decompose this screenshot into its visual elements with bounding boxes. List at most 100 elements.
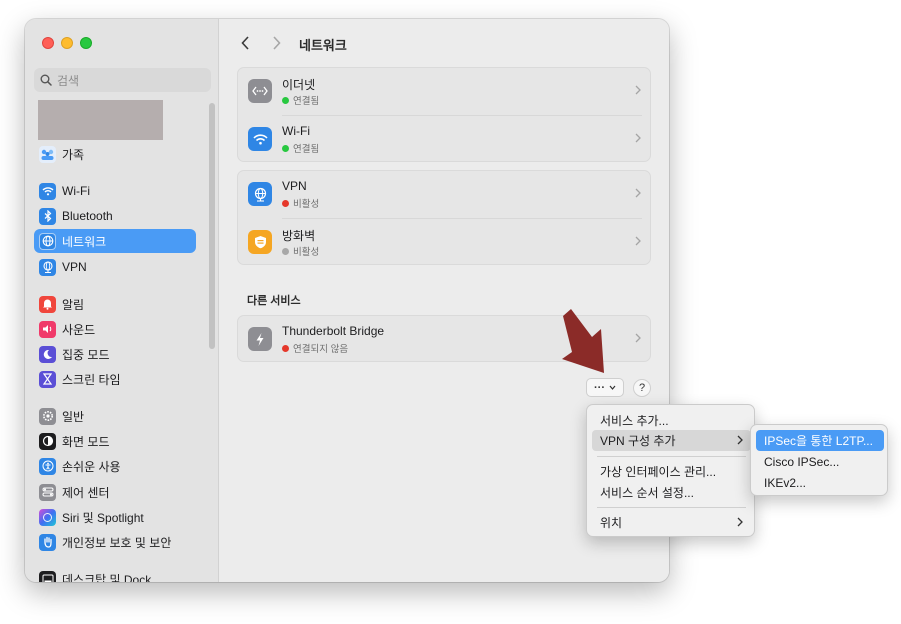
sidebar-item-control-center[interactable]: 제어 센터 [34,480,196,504]
sidebar-item-label: 손쉬운 사용 [62,459,121,474]
ethernet-icon [248,79,272,103]
status-dot [282,344,289,352]
sidebar-item-label: 집중 모드 [62,347,110,362]
search-icon [40,74,52,86]
menu-item-location[interactable]: 위치 [592,512,751,533]
sidebar-item-label: 일반 [62,409,85,424]
menu-item-add-vpn-configuration[interactable]: VPN 구성 추가 [592,430,751,451]
sidebar-item-label: 스크린 타임 [62,372,121,387]
speaker-icon [39,320,56,338]
service-status: 연결되지 않음 [282,341,348,355]
sidebar-item-network[interactable]: 네트워크 [34,229,196,253]
siri-icon [39,508,56,526]
service-name: 이더넷 [282,78,316,92]
menu-separator [597,456,746,457]
menu-item-label: 위치 [600,516,623,530]
service-name: Thunderbolt Bridge [282,324,385,338]
family-icon [39,145,56,163]
sidebar-item-label: 제어 센터 [62,485,110,500]
chevron-right-icon [273,36,281,50]
chevron-right-icon [635,333,641,343]
menu-item-set-service-order[interactable]: 서비스 순서 설정... [592,482,751,503]
more-actions-button[interactable]: ··· [586,378,624,397]
settings-window: 검색 가족 Wi-Fi Bluetooth 네트워크 VPN 알림 사운드 집중… [25,19,669,582]
sidebar-item-bluetooth[interactable]: Bluetooth [34,204,196,228]
chevron-right-icon [737,517,743,527]
sidebar-item-appearance[interactable]: 화면 모드 [34,429,196,453]
sidebar-item-notifications[interactable]: 알림 [34,292,196,316]
menu-item-add-service[interactable]: 서비스 추가... [592,410,751,431]
sidebar-item-vpn[interactable]: VPN [34,255,196,279]
service-status: 연결됨 [282,141,319,155]
service-status: 비활성 [282,196,319,210]
search-field[interactable]: 검색 [34,68,211,92]
status-dot [282,144,289,152]
chevron-left-icon [241,36,249,50]
page-title: 네트워크 [299,38,347,53]
submenu-item-l2tp-ipsec[interactable]: IPSec을 통한 L2TP... [756,430,884,451]
service-row-vpn[interactable]: VPN 비활성 [238,171,650,218]
back-button[interactable] [237,33,253,53]
appearance-icon [39,432,56,450]
status-text: 비활성 [293,247,320,258]
sidebar-item-focus[interactable]: 집중 모드 [34,342,196,366]
sidebar-item-wifi[interactable]: Wi-Fi [34,179,196,203]
minimize-window-button[interactable] [61,37,73,49]
forward-button[interactable] [269,33,285,53]
wifi-icon [39,182,56,200]
account-banner[interactable] [38,100,163,140]
sidebar-item-sound[interactable]: 사운드 [34,317,196,341]
sidebar-item-privacy[interactable]: 개인정보 보호 및 보안 [34,530,196,554]
vpn-globe-icon [39,258,56,276]
other-services-heading: 다른 서비스 [247,295,301,307]
sidebar-item-general[interactable]: 일반 [34,404,196,428]
chevron-right-icon [635,133,641,143]
sidebar-item-screen-time[interactable]: 스크린 타임 [34,367,196,391]
chevron-right-icon [635,236,641,246]
globe-icon [39,232,56,250]
help-button[interactable]: ? [633,379,651,397]
status-text: 연결되지 않음 [293,344,349,355]
service-name: 방화벽 [282,229,316,243]
moon-icon [39,345,56,363]
status-text: 비활성 [293,199,320,210]
service-row-firewall[interactable]: 방화벽 비활성 [238,219,650,266]
sidebar-item-label: 데스크탑 및 Dock [62,572,152,583]
wifi-icon [248,127,272,151]
accessibility-icon [39,457,56,475]
thunderbolt-icon [248,327,272,351]
close-window-button[interactable] [42,37,54,49]
vpn-globe-icon [248,182,272,206]
menu-item-label: VPN 구성 추가 [600,434,676,448]
sidebar-item-desktop-dock[interactable]: 데스크탑 및 Dock [34,567,196,582]
zoom-window-button[interactable] [80,37,92,49]
service-status: 연결됨 [282,93,319,107]
sidebar-scrollbar[interactable] [209,103,215,349]
help-label: ? [638,382,646,394]
sidebar-item-label: 네트워크 [62,234,107,249]
submenu-item-ikev2[interactable]: IKEv2... [756,472,884,493]
service-name: VPN [282,179,307,193]
sidebar-item-label: 사운드 [62,322,96,337]
sidebar-item-family[interactable]: 가족 [34,142,196,166]
submenu-item-cisco-ipsec[interactable]: Cisco IPSec... [756,451,884,472]
menu-item-manage-virtual-interfaces[interactable]: 가상 인터페이스 관리... [592,461,751,482]
service-row-ethernet[interactable]: 이더넷 연결됨 [238,68,650,115]
service-name: Wi-Fi [282,124,310,138]
status-dot [282,247,289,255]
annotation-arrow-icon [562,309,604,373]
sidebar-item-label: Wi-Fi [62,184,90,198]
menu-separator [597,507,746,508]
search-placeholder: 검색 [57,73,80,88]
sidebar-item-label: 개인정보 보호 및 보안 [62,535,172,550]
bluetooth-icon [39,207,56,225]
sidebar-item-label: 알림 [62,297,85,312]
service-row-wifi[interactable]: Wi-Fi 연결됨 [238,116,650,163]
status-text: 연결됨 [293,144,320,155]
sidebar: 검색 가족 Wi-Fi Bluetooth 네트워크 VPN 알림 사운드 집중… [25,19,219,582]
sidebar-item-label: 가족 [62,147,85,162]
vpn-type-submenu: IPSec을 통한 L2TP... Cisco IPSec... IKEv2..… [750,424,888,496]
sidebar-item-accessibility[interactable]: 손쉬운 사용 [34,454,196,478]
status-dot [282,96,289,104]
sidebar-item-siri[interactable]: Siri 및 Spotlight [34,505,196,529]
